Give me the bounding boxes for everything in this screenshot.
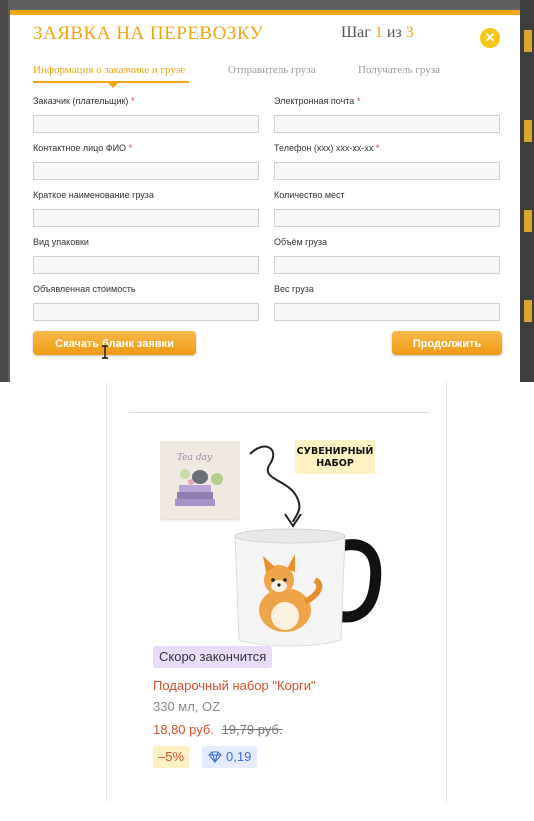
background-page-edge (0, 0, 8, 382)
current-price: 18,80 руб. (153, 722, 214, 737)
required-mark: * (375, 143, 380, 153)
tab-recipient[interactable]: Получатель груза (358, 64, 440, 76)
product-card[interactable]: Tea day СУВЕНИРНЫЙ НАБОР Скоро закончитс… (106, 382, 447, 802)
field-places-count: Количество мест (274, 190, 500, 227)
product-title-link[interactable]: Подарочный набор "Корги" (153, 678, 316, 693)
places-count-input[interactable] (274, 209, 500, 227)
required-mark: * (356, 96, 361, 106)
field-contact-person: Контактное лицо ФИО * (33, 143, 259, 180)
field-label: Контактное лицо ФИО (33, 143, 127, 153)
bonus-value: 0,19 (226, 749, 252, 764)
field-label: Телефон (xxx) xxx-xx-xx (274, 143, 374, 153)
required-mark: * (128, 143, 133, 153)
divider (129, 412, 429, 413)
text-cursor-icon (102, 345, 108, 359)
customer-input[interactable] (33, 115, 259, 133)
bonus-badge: 0,19 (202, 746, 258, 768)
field-label: Количество мест (274, 190, 345, 200)
field-label: Заказчик (плательщик) (33, 96, 129, 106)
tab-sender[interactable]: Отправитель груза (228, 64, 316, 76)
step-total: 3 (405, 24, 414, 41)
svg-text:СУВЕНИРНЫЙ: СУВЕНИРНЫЙ (297, 445, 374, 457)
background-page-edge (520, 0, 534, 382)
email-input[interactable] (274, 115, 500, 133)
transport-request-modal: ЗАЯВКА НА ПЕРЕВОЗКУ Шаг 1 из 3 ✕ Информа… (10, 10, 520, 382)
packaging-input[interactable] (33, 256, 259, 274)
close-icon: ✕ (484, 30, 496, 45)
field-label: Объём груза (274, 237, 327, 247)
discount-badge: –5% (153, 746, 190, 768)
field-volume: Объём груза (274, 237, 500, 274)
field-customer: Заказчик (плательщик) * (33, 96, 259, 133)
close-button[interactable]: ✕ (480, 28, 500, 48)
volume-input[interactable] (274, 256, 500, 274)
active-tab-caret (108, 83, 118, 88)
field-declared-value: Объявленная стоимость (33, 284, 259, 321)
field-label: Электронная почта (274, 96, 355, 106)
cargo-name-input[interactable] (33, 209, 259, 227)
step-indicator: Шаг 1 из 3 (341, 24, 414, 41)
field-phone: Телефон (xxx) xxx-xx-xx * (274, 143, 500, 180)
declared-value-input[interactable] (33, 303, 259, 321)
field-label: Вид упаковки (33, 237, 89, 247)
svg-text:НАБОР: НАБОР (316, 458, 354, 469)
weight-input[interactable] (274, 303, 500, 321)
field-weight: Вес груза (274, 284, 500, 321)
phone-input[interactable] (274, 162, 500, 180)
field-label: Краткое наименование груза (33, 190, 154, 200)
diamond-icon (208, 751, 222, 764)
modal-title: ЗАЯВКА НА ПЕРЕВОЗКУ (33, 23, 264, 44)
field-email: Электронная почта * (274, 96, 500, 133)
old-price: 19,79 руб. (221, 722, 283, 737)
product-description: 330 мл, OZ (153, 699, 221, 714)
continue-button[interactable]: Продолжить (392, 331, 502, 355)
download-form-button[interactable]: Скачать бланк заявки (33, 331, 196, 355)
book-title-text: Tea day (177, 453, 213, 463)
status-badge: Скоро закончится (153, 646, 273, 668)
contact-person-input[interactable] (33, 162, 259, 180)
field-label: Объявленная стоимость (33, 284, 136, 294)
required-mark: * (130, 96, 135, 106)
tab-customer-info[interactable]: Информация о заказчике и грузе (33, 64, 185, 76)
field-packaging: Вид упаковки (33, 237, 259, 274)
step-current: 1 (374, 24, 383, 41)
field-label: Вес груза (274, 284, 314, 294)
field-cargo-name: Краткое наименование груза (33, 190, 259, 227)
price-block: 18,80 руб. 19,79 руб. (153, 722, 283, 737)
step-tabs: Информация о заказчике и грузе Отправите… (33, 64, 493, 92)
product-image[interactable]: Tea day СУВЕНИРНЫЙ НАБОР (155, 434, 395, 652)
